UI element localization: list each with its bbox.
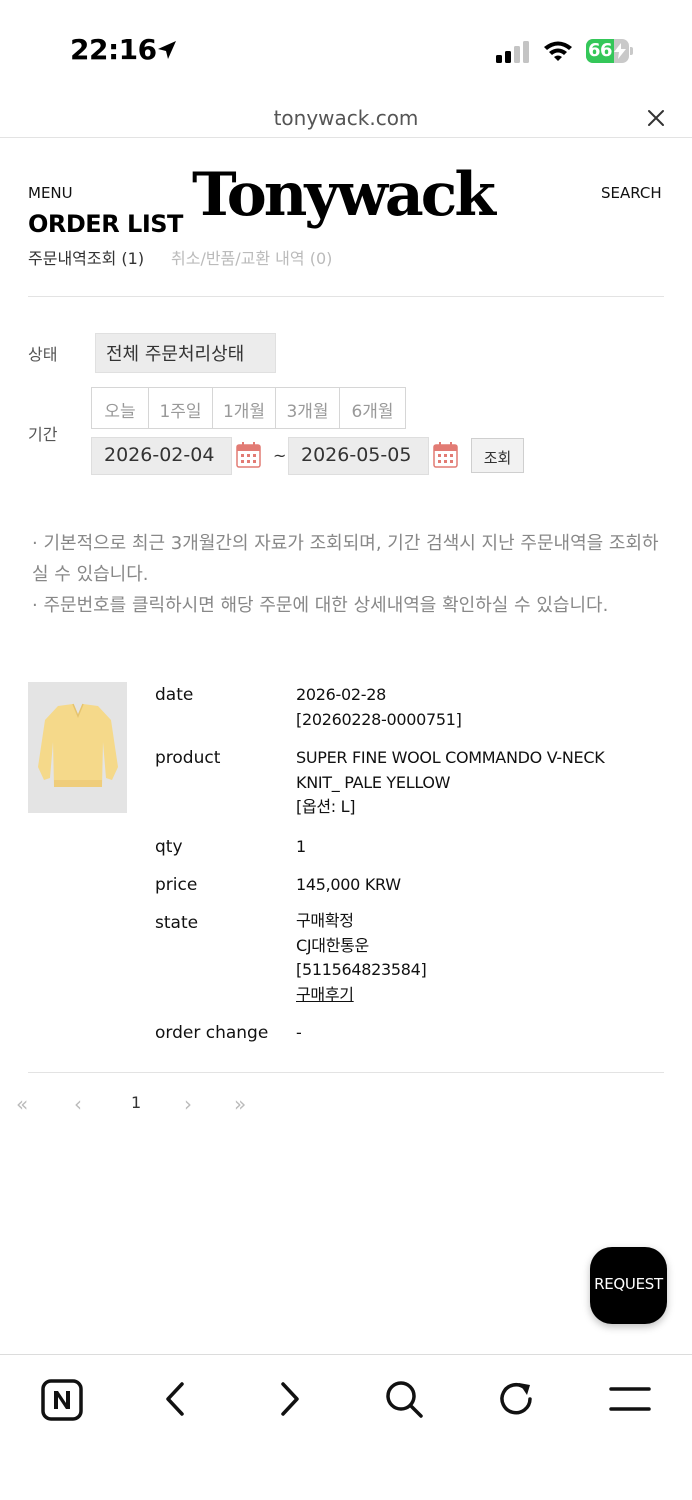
price-value: 145,000 KRW [296,875,401,894]
menu-link[interactable]: MENU [28,184,73,202]
calendar-icon[interactable] [236,442,261,468]
order-change-label: order change [155,1023,269,1043]
search-orders-button[interactable]: 조회 [471,438,524,473]
location-arrow-icon [158,41,176,59]
cellular-signal-icon [496,41,529,63]
current-page[interactable]: 1 [131,1093,141,1112]
order-date: 2026-02-28 [296,685,386,704]
note-order-detail: · 주문번호를 클릭하시면 해당 주문에 대한 상세내역을 확인하실 수 있습니… [32,595,609,616]
request-button[interactable]: REQUEST [590,1247,667,1324]
status-time: 22:16 [70,33,157,66]
period-3month-button[interactable]: 3개월 [276,388,340,428]
period-1week-button[interactable]: 1주일 [149,388,213,428]
search-link[interactable]: SEARCH [601,184,662,202]
product-value: SUPER FINE WOOL COMMANDO V-NECK KNIT_ PA… [296,746,605,820]
qty-label: qty [155,837,183,857]
order-state: 구매확정 [296,911,354,930]
product-name-line1[interactable]: SUPER FINE WOOL COMMANDO V-NECK [296,746,605,771]
product-option: [옵션: L] [296,797,356,816]
tracking-number-link[interactable]: [511564823584] [296,958,427,983]
tab-order-history[interactable]: 주문내역조회 (1) [28,245,144,269]
period-6month-button[interactable]: 6개월 [340,388,405,428]
browser-url-bar[interactable]: tonywack.com [0,100,692,138]
order-number-link[interactable]: [20260228-0000751] [296,708,462,733]
naver-n-icon[interactable] [41,1379,83,1421]
date-range-separator: ~ [273,446,287,465]
status-filter-label: 상태 [28,345,58,364]
state-value: 구매확정 CJ대한통운 [511564823584] 구매후기 [296,909,427,1008]
note-default-period: · 기본적으로 최근 3개월간의 자료가 조회되며, 기간 검색시 지난 주문내… [32,533,659,585]
calendar-icon[interactable] [433,442,458,468]
battery-charging-icon: 66 [586,39,633,63]
last-page-button[interactable]: » [234,1092,246,1116]
courier-name: CJ대한통운 [296,935,369,955]
forward-arrow-icon[interactable] [277,1381,303,1417]
prev-page-button[interactable]: ‹ [74,1092,82,1116]
state-label: state [155,913,199,933]
page-title: ORDER LIST [28,210,183,238]
period-today-button[interactable]: 오늘 [92,388,149,428]
browser-toolbar [0,1354,692,1500]
next-page-button[interactable]: › [184,1092,192,1116]
divider [28,1072,664,1073]
first-page-button[interactable]: « [16,1092,28,1116]
price-label: price [155,875,198,895]
end-date-input[interactable]: 2026-05-05 [288,437,429,475]
reload-icon[interactable] [497,1379,537,1419]
status-bar: 22:16 66 [0,0,692,100]
site-logo[interactable]: Tonywack [192,158,496,232]
product-label: product [155,748,221,768]
write-review-link[interactable]: 구매후기 [296,983,426,1008]
period-filter-label: 기간 [28,425,58,444]
tab-cancel-return-exchange[interactable]: 취소/반품/교환 내역 (0) [171,245,332,269]
charging-bolt-icon [614,43,626,59]
close-icon[interactable] [647,109,665,127]
product-thumbnail[interactable] [28,682,127,813]
search-icon[interactable] [384,1379,424,1419]
start-date-input[interactable]: 2026-02-04 [91,437,232,475]
order-date-label: date [155,685,194,705]
period-button-group: 오늘 1주일 1개월 3개월 6개월 [91,387,406,429]
url-text[interactable]: tonywack.com [0,106,692,130]
qty-value: 1 [296,837,306,856]
sweater-image[interactable] [28,682,127,813]
order-date-value: 2026-02-28 [20260228-0000751] [296,683,462,732]
order-status-select[interactable]: 전체 주문처리상태 [95,333,276,373]
divider [28,296,664,297]
product-name-line2[interactable]: KNIT_ PALE YELLOW [296,771,604,796]
battery-percent: 66 [588,40,613,61]
wifi-icon [544,41,572,61]
order-change-value: - [296,1023,302,1042]
hamburger-menu-icon[interactable] [609,1385,651,1413]
period-1month-button[interactable]: 1개월 [213,388,276,428]
back-arrow-icon[interactable] [162,1381,188,1417]
